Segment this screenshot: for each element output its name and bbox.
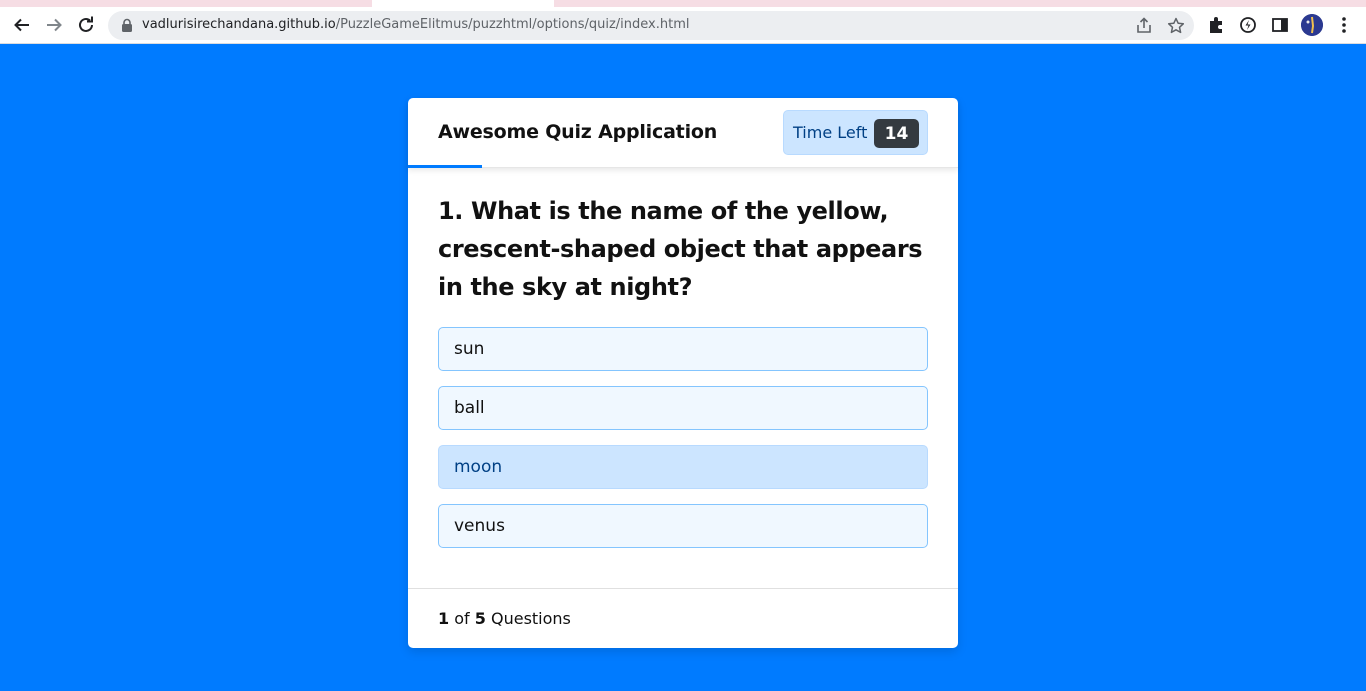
avatar[interactable] (1301, 14, 1323, 36)
timer-label: Time Left (793, 123, 868, 142)
url-text[interactable]: vadlurisirechandana.github.io/PuzzleGame… (142, 17, 690, 32)
timer-seconds: 14 (874, 119, 919, 148)
share-icon[interactable] (1134, 16, 1154, 36)
quiz-footer: 1 of 5 Questions (408, 588, 958, 648)
total-questions: 5 (474, 609, 486, 628)
active-tab[interactable] (372, 0, 554, 7)
option-label: sun (454, 339, 485, 359)
reload-icon[interactable] (73, 12, 99, 38)
url-host: vadlurisirechandana.github.io (142, 17, 336, 32)
address-bar[interactable]: vadlurisirechandana.github.io/PuzzleGame… (108, 11, 1194, 40)
option-ball[interactable]: ball (438, 386, 928, 430)
timer: Time Left 14 (783, 110, 928, 155)
option-label: venus (454, 516, 505, 536)
back-arrow-icon[interactable] (9, 12, 35, 38)
tab-strip (0, 0, 1366, 7)
side-panel-icon[interactable] (1270, 15, 1290, 35)
quiz-box: Awesome Quiz Application Time Left 14 1.… (408, 98, 958, 648)
quiz-title: Awesome Quiz Application (438, 121, 718, 143)
questions-text: Questions (490, 609, 571, 628)
forward-arrow-icon[interactable] (41, 12, 67, 38)
question-text: 1. What is the name of the yellow, cresc… (438, 192, 933, 306)
kebab-menu-icon[interactable] (1334, 15, 1354, 35)
url-path: /PuzzleGameElitmus/puzzhtml/options/quiz… (335, 17, 690, 32)
lock-icon[interactable] (120, 18, 134, 33)
option-moon[interactable]: moon (438, 445, 928, 489)
current-question-number: 1 (438, 609, 450, 628)
star-icon[interactable] (1166, 16, 1186, 36)
performance-icon[interactable] (1238, 15, 1258, 35)
browser-toolbar: vadlurisirechandana.github.io/PuzzleGame… (0, 7, 1366, 44)
quiz-header: Awesome Quiz Application Time Left 14 (408, 98, 958, 168)
question-counter: 1 of 5 Questions (438, 609, 571, 628)
question-number: 1. (438, 197, 464, 225)
option-venus[interactable]: venus (438, 504, 928, 548)
extensions-icon[interactable] (1206, 15, 1226, 35)
option-sun[interactable]: sun (438, 327, 928, 371)
option-label: moon (454, 457, 503, 477)
time-progress-line (408, 165, 483, 168)
question-body: What is the name of the yellow, crescent… (438, 197, 923, 301)
of-text: of (454, 609, 470, 628)
option-label: ball (454, 398, 485, 418)
